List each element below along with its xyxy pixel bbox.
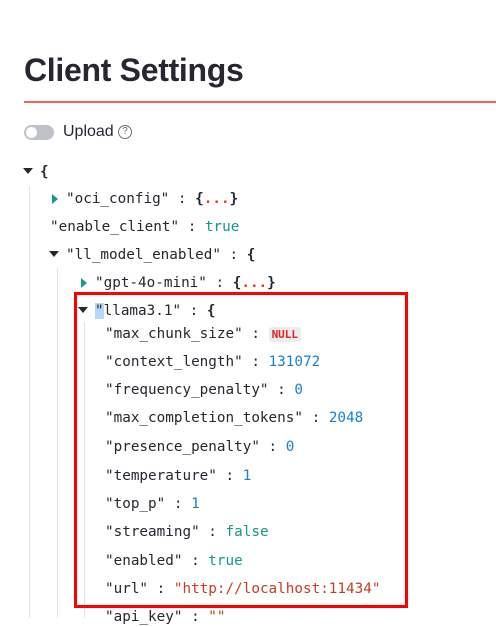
colon: : [182, 609, 209, 625]
open-brace: { [246, 247, 256, 263]
tree-guide-line [57, 268, 58, 618]
tree-node: "ll_model_enabled" : { [66, 245, 255, 265]
tree-node: "enable_client" : true [50, 217, 239, 237]
colon: : [179, 219, 205, 235]
upload-toggle[interactable] [24, 125, 54, 140]
close-brace: } [229, 191, 239, 207]
tree-node: { [40, 162, 49, 182]
colon: : [169, 191, 196, 207]
tree-guide-line [29, 186, 30, 618]
open-brace: { [40, 164, 49, 180]
caret-right-icon[interactable] [52, 194, 58, 204]
tree-node: "oci_config" : {...} [66, 189, 238, 209]
node-key: "oci_config" [66, 191, 170, 207]
collapsed-ellipsis[interactable]: ... [241, 275, 267, 291]
collapsed-ellipsis[interactable]: ... [204, 191, 230, 207]
colon: : [206, 275, 233, 291]
caret-right-icon[interactable] [81, 278, 87, 288]
node-key: "enable_client" [50, 219, 180, 235]
close-brace: } [267, 275, 276, 291]
highlight-box [74, 292, 408, 608]
toggle-knob [26, 127, 37, 138]
node-key: "gpt-4o-mini" [95, 275, 207, 291]
node-key: "ll_model_enabled" [66, 247, 221, 263]
tree-node: "gpt-4o-mini" : {...} [95, 273, 276, 293]
node-value: true [204, 219, 240, 235]
colon: : [220, 247, 247, 263]
open-brace: { [195, 191, 204, 207]
node-key: "api_key" [105, 609, 183, 625]
upload-label: Upload [63, 123, 114, 140]
node-value: "" [208, 609, 226, 625]
caret-down-icon[interactable] [49, 251, 59, 257]
page-title: Client Settings [24, 52, 244, 88]
tree-node: "api_key" : "" [105, 607, 226, 627]
title-divider [24, 101, 496, 103]
caret-down-icon[interactable] [23, 168, 33, 174]
question-circle-icon[interactable]: ? [118, 125, 132, 139]
